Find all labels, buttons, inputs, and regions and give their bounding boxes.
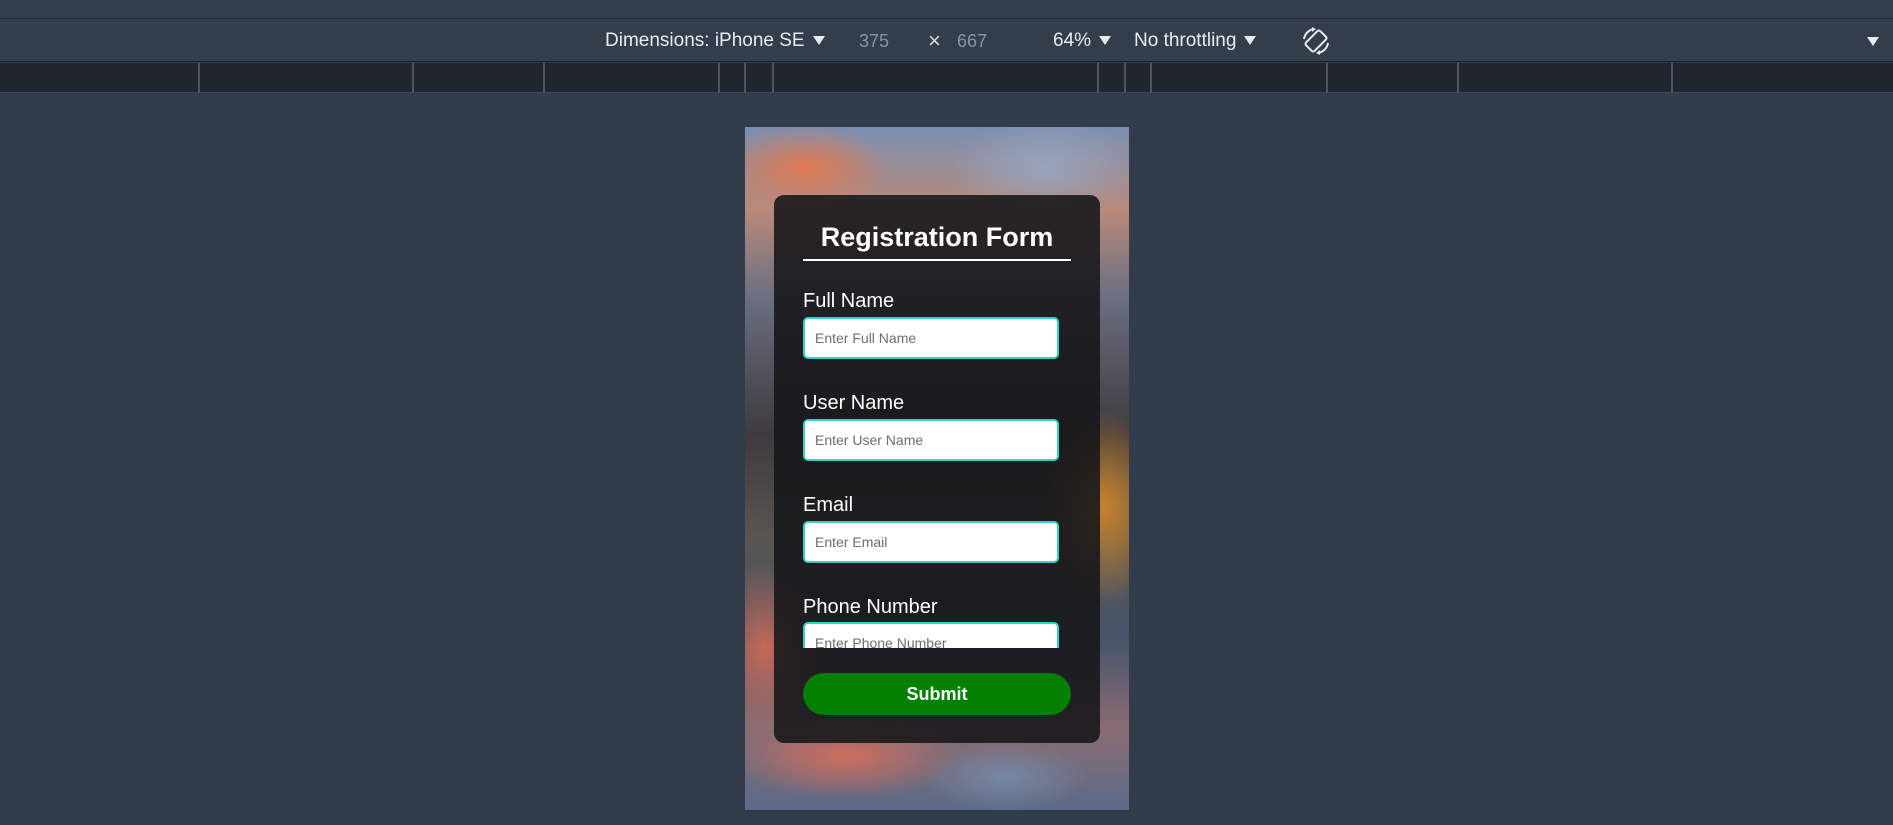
device-toolbar: Dimensions: iPhone SE × 64% No throttlin… <box>0 19 1893 62</box>
ruler-tick <box>1150 63 1152 93</box>
ruler-tick <box>1097 63 1099 93</box>
ruler-tick <box>198 63 200 93</box>
full-name-group: Full Name <box>803 289 1071 359</box>
throttling-label: No throttling <box>1134 29 1237 51</box>
width-input[interactable] <box>849 26 921 56</box>
phone-number-input[interactable] <box>803 622 1059 648</box>
ruler-tick <box>772 63 774 93</box>
device-viewport: Registration Form Full Name User Name Em… <box>745 127 1129 810</box>
devtools-top-strip <box>0 0 1893 19</box>
caret-down-icon <box>1244 36 1257 45</box>
ruler-tick <box>543 63 545 93</box>
email-group: Email <box>803 493 1071 563</box>
email-label: Email <box>803 494 854 516</box>
phone-group-label-wrap: Phone Number <box>803 595 1071 619</box>
height-input[interactable] <box>947 26 1019 56</box>
submit-button[interactable]: Submit <box>803 673 1071 715</box>
ruler-tick <box>1326 63 1328 93</box>
caret-down-icon <box>812 36 825 45</box>
full-name-input[interactable] <box>803 317 1059 359</box>
media-query-ruler[interactable] <box>0 63 1893 93</box>
user-name-group: User Name <box>803 391 1071 461</box>
ruler-tick <box>1124 63 1126 93</box>
dimensions-dropdown[interactable]: Dimensions: iPhone SE <box>605 19 825 62</box>
user-name-input[interactable] <box>803 419 1059 461</box>
ruler-tick <box>1671 63 1673 93</box>
caret-down-icon <box>1099 36 1112 45</box>
full-name-label: Full Name <box>803 290 895 312</box>
email-input[interactable] <box>803 521 1059 563</box>
ruler-tick <box>744 63 746 93</box>
form-scroll-clip <box>803 622 1071 648</box>
ruler-tick <box>718 63 720 93</box>
ruler-tick <box>412 63 414 93</box>
form-title: Registration Form <box>803 223 1071 261</box>
ruler-tick <box>1457 63 1459 93</box>
more-options-icon[interactable] <box>1867 37 1879 46</box>
zoom-dropdown[interactable]: 64% <box>1053 19 1112 62</box>
throttling-dropdown[interactable]: No throttling <box>1134 19 1257 62</box>
registration-card: Registration Form Full Name User Name Em… <box>774 195 1100 743</box>
rotate-icon[interactable] <box>1300 25 1332 57</box>
phone-number-label: Phone Number <box>803 596 938 618</box>
times-icon: × <box>928 27 941 53</box>
zoom-label: 64% <box>1053 29 1092 51</box>
dimensions-label: Dimensions: iPhone SE <box>605 29 805 51</box>
user-name-label: User Name <box>803 392 905 414</box>
